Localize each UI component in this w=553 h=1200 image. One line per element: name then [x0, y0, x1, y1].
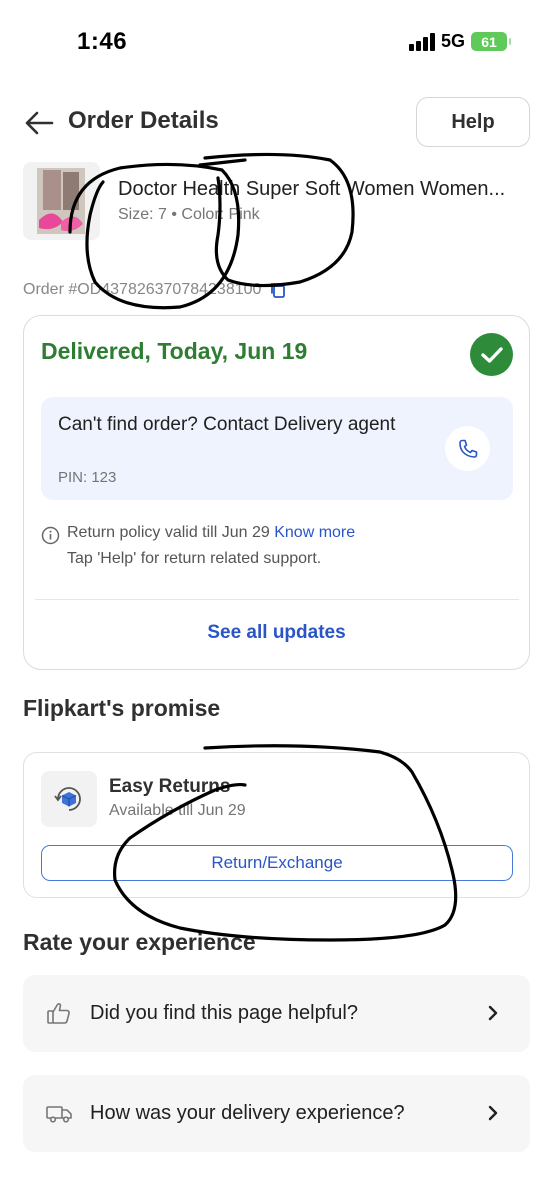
contact-delivery-agent[interactable]: Can't find order? Contact Delivery agent…	[41, 397, 513, 500]
info-icon	[41, 526, 60, 545]
rate-heading: Rate your experience	[23, 929, 256, 955]
page-helpful-row[interactable]: Did you find this page helpful?	[23, 975, 530, 1052]
order-id-row: Order #OD437826370784238100	[23, 281, 287, 299]
chevron-right-icon	[488, 1105, 498, 1121]
page-helpful-label: Did you find this page helpful?	[90, 1002, 358, 1024]
call-agent-button[interactable]	[445, 426, 490, 471]
delivery-experience-label: How was your delivery experience?	[90, 1102, 405, 1124]
product-name[interactable]: Doctor Health Super Soft Women Women...	[118, 178, 530, 201]
return-exchange-button[interactable]: Return/Exchange	[41, 845, 513, 881]
know-more-link[interactable]: Know more	[274, 524, 355, 541]
product-image[interactable]	[23, 162, 100, 240]
phone-icon	[458, 439, 477, 458]
product-size-color: Size: 7 • Color: Pink	[118, 206, 260, 223]
help-button[interactable]: Help	[416, 97, 530, 147]
thumbs-up-icon	[47, 1003, 70, 1024]
page-header: Order Details Help	[0, 96, 553, 150]
product-photo	[37, 168, 85, 234]
status-time: 1:46	[77, 28, 128, 55]
help-note: Tap 'Help' for return related support.	[67, 550, 322, 567]
contact-agent-text: Can't find order? Contact Delivery agent	[58, 414, 396, 435]
signal-icon	[408, 32, 435, 51]
status-bar: 1:46 5G 61	[0, 0, 553, 84]
delivery-pin: PIN: 123	[58, 469, 117, 486]
page-title: Order Details	[68, 107, 219, 134]
easy-returns-title: Easy Returns	[109, 776, 231, 797]
delivery-status: Delivered, Today, Jun 19	[41, 338, 308, 364]
easy-returns-card: Easy Returns Available till Jun 29 Retur…	[23, 752, 530, 898]
chevron-right-icon	[488, 1005, 498, 1021]
check-circle-icon	[470, 333, 513, 376]
battery-icon: 61	[471, 32, 511, 51]
promise-heading: Flipkart's promise	[23, 695, 221, 721]
returns-box-icon	[41, 771, 97, 827]
divider	[35, 599, 519, 600]
copy-icon[interactable]	[269, 281, 287, 299]
delivery-experience-row[interactable]: How was your delivery experience?	[23, 1075, 530, 1152]
order-id: Order #OD437826370784238100	[23, 281, 262, 298]
returns-available-till: Available till Jun 29	[109, 802, 246, 819]
delivery-status-card: Delivered, Today, Jun 19 Can't find orde…	[23, 315, 530, 670]
see-all-updates-link[interactable]: See all updates	[24, 622, 529, 644]
delivery-truck-icon	[46, 1106, 72, 1123]
back-button[interactable]	[22, 106, 58, 140]
return-policy-text: Return policy valid till Jun 29 Know mor…	[67, 524, 355, 542]
network-type: 5G	[440, 31, 465, 51]
back-arrow-icon	[25, 111, 54, 135]
return-policy-label: Return policy valid till Jun 29	[67, 524, 270, 541]
battery-level: 61	[481, 33, 497, 50]
status-icons: 5G 61	[408, 31, 511, 52]
